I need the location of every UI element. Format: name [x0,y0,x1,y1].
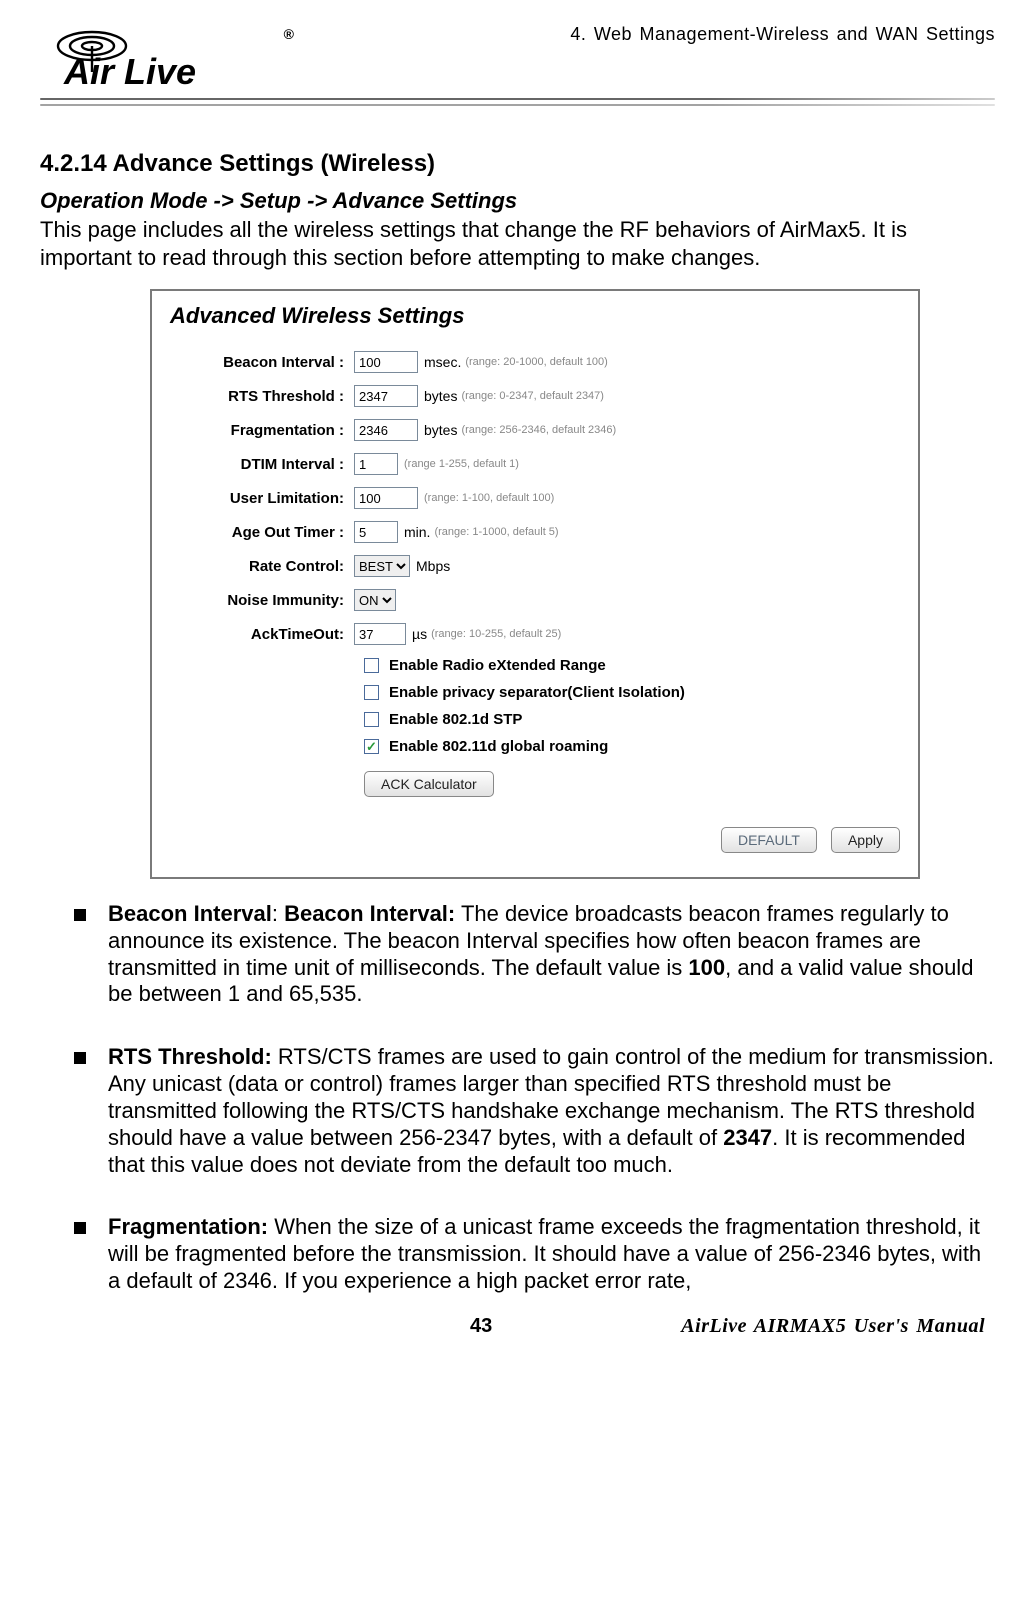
input-dtim-interval[interactable] [354,453,398,475]
page-footer: 43 AirLive AIRMAX5 User's Manual [40,1315,995,1338]
select-rate-control[interactable]: BEST [354,555,410,577]
hint-user-limitation: (range: 1-100, default 100) [424,492,554,504]
row-dtim-interval: DTIM Interval : (range 1-255, default 1) [164,453,906,475]
bullet-label-2: Beacon Interval: [284,901,455,926]
input-beacon-interval[interactable] [354,351,418,373]
section-heading: 4.2.14 Advance Settings (Wireless) [40,150,995,178]
explanatory-bullet-list: Beacon Interval: Beacon Interval: The de… [68,901,995,1295]
bullet-label: Beacon Interval [108,901,272,926]
hint-dtim-interval: (range 1-255, default 1) [404,458,519,470]
apply-button[interactable]: Apply [831,827,900,853]
hint-fragmentation: (range: 256-2346, default 2346) [461,424,616,436]
check-label-roaming: Enable 802.11d global roaming [389,738,608,755]
panel-title: Advanced Wireless Settings [170,303,906,329]
unit-fragmentation: bytes [424,422,457,438]
airlive-logo: Air Live ® [40,20,300,90]
logo-registered-mark: ® [284,26,294,42]
check-label-ext-range: Enable Radio eXtended Range [389,657,606,674]
label-rts-threshold: RTS Threshold : [164,388,354,405]
input-fragmentation[interactable] [354,419,418,441]
advanced-wireless-settings-panel: Advanced Wireless Settings Beacon Interv… [150,289,920,879]
page-header: Air Live ® 4. Web Management-Wireless an… [40,20,995,90]
checkbox-stp[interactable] [364,712,379,727]
label-beacon-interval: Beacon Interval : [164,354,354,371]
hint-ack-timeout: (range: 10-255, default 25) [431,628,561,640]
check-label-stp: Enable 802.1d STP [389,711,522,728]
label-age-out-timer: Age Out Timer : [164,524,354,541]
label-dtim-interval: DTIM Interval : [164,456,354,473]
row-fragmentation: Fragmentation : bytes (range: 256-2346, … [164,419,906,441]
section-intro: This page includes all the wireless sett… [40,216,995,271]
checkbox-privacy-sep[interactable] [364,685,379,700]
svg-text:Air Live: Air Live [63,51,196,90]
default-button[interactable]: DEFAULT [721,827,817,853]
bullet-label: Fragmentation: [108,1214,268,1239]
breadcrumb: Operation Mode -> Setup -> Advance Setti… [40,188,995,214]
row-user-limitation: User Limitation: (range: 1-100, default … [164,487,906,509]
label-noise-immunity: Noise Immunity: [164,592,354,609]
list-item-fragmentation: Fragmentation: When the size of a unicas… [68,1214,995,1294]
check-row-stp: Enable 802.1d STP [364,711,906,728]
label-ack-timeout: AckTimeOut: [164,626,354,643]
bullet-text: : [272,901,284,926]
check-row-ext-range: Enable Radio eXtended Range [364,657,906,674]
unit-ack-timeout: µs [412,626,427,642]
input-user-limitation[interactable] [354,487,418,509]
unit-age-out-timer: min. [404,524,430,540]
ack-calc-row: ACK Calculator [364,771,906,797]
input-ack-timeout[interactable] [354,623,406,645]
unit-rate-control: Mbps [416,558,450,574]
chapter-title: 4. Web Management-Wireless and WAN Setti… [570,20,995,45]
page-number: 43 [470,1315,492,1338]
row-rts-threshold: RTS Threshold : bytes (range: 0-2347, de… [164,385,906,407]
check-row-privacy-sep: Enable privacy separator(Client Isolatio… [364,684,906,701]
bullet-label: RTS Threshold: [108,1044,272,1069]
hint-beacon-interval: (range: 20-1000, default 100) [465,356,608,368]
select-noise-immunity[interactable]: ON [354,589,396,611]
hint-rts-threshold: (range: 0-2347, default 2347) [461,390,604,402]
checkbox-ext-range[interactable] [364,658,379,673]
bullet-bold-value: 2347 [723,1125,772,1150]
check-row-roaming: ✓ Enable 802.11d global roaming [364,738,906,755]
row-noise-immunity: Noise Immunity: ON [164,589,906,611]
label-user-limitation: User Limitation: [164,490,354,507]
label-rate-control: Rate Control: [164,558,354,575]
bullet-bold-value: 100 [688,955,725,980]
row-beacon-interval: Beacon Interval : msec. (range: 20-1000,… [164,351,906,373]
panel-footer: DEFAULT Apply [164,827,906,853]
row-rate-control: Rate Control: BEST Mbps [164,555,906,577]
check-label-privacy-sep: Enable privacy separator(Client Isolatio… [389,684,685,701]
checkbox-roaming[interactable]: ✓ [364,739,379,754]
row-ack-timeout: AckTimeOut: µs (range: 10-255, default 2… [164,623,906,645]
hint-age-out-timer: (range: 1-1000, default 5) [434,526,558,538]
input-age-out-timer[interactable] [354,521,398,543]
list-item-beacon-interval: Beacon Interval: Beacon Interval: The de… [68,901,995,1008]
input-rts-threshold[interactable] [354,385,418,407]
unit-beacon-interval: msec. [424,354,461,370]
header-separator [40,98,995,110]
label-fragmentation: Fragmentation : [164,422,354,439]
document-page: { "header": { "chapter_title": "4. Web M… [0,0,1035,1348]
ack-calculator-button[interactable]: ACK Calculator [364,771,494,797]
unit-rts-threshold: bytes [424,388,457,404]
list-item-rts-threshold: RTS Threshold: RTS/CTS frames are used t… [68,1044,995,1178]
manual-title: AirLive AIRMAX5 User's Manual [681,1315,985,1338]
row-age-out-timer: Age Out Timer : min. (range: 1-1000, def… [164,521,906,543]
